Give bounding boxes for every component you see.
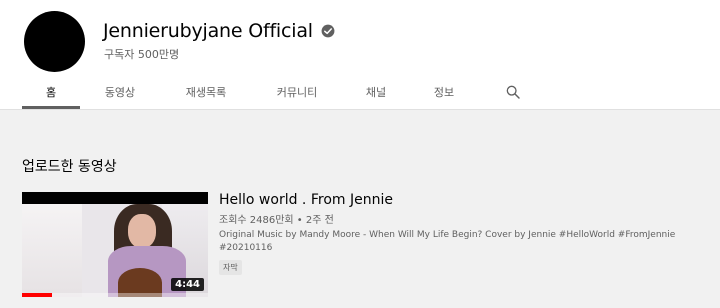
tab-playlists[interactable]: 재생목록 [174,74,238,110]
video-thumbnail[interactable]: 4:44 [22,192,208,297]
tab-channels[interactable]: 채널 [356,74,396,110]
verified-check-icon [321,24,335,38]
tab-home[interactable]: 홈 [22,74,80,110]
video-title[interactable]: Hello world . From Jennie [219,192,393,208]
subtitle-badge: 자막 [219,260,242,275]
video-description: Original Music by Mandy Moore - When Wil… [219,230,676,253]
channel-name-text: Jennierubyjane Official [103,20,313,42]
tab-videos[interactable]: 동영상 [92,74,148,110]
video-duration: 4:44 [171,278,204,291]
section-title: 업로드한 동영상 [22,159,117,175]
thumbnail-letterbox [22,192,208,204]
thumbnail-background [22,204,82,297]
channel-tabs: 홈 동영상 재생목록 커뮤니티 채널 정보 [0,74,720,110]
channel-title: Jennierubyjane Official [103,20,335,42]
channel-avatar[interactable] [24,11,85,72]
subscriber-count: 구독자 500만명 [104,48,180,61]
active-tab-indicator [22,106,80,109]
video-metadata: 조회수 2486만회 • 2주 전 [219,215,334,226]
tab-about[interactable]: 정보 [424,74,464,110]
search-icon[interactable] [505,84,521,100]
thumbnail-figure-face [128,214,156,248]
tab-community[interactable]: 커뮤니티 [264,74,330,110]
watch-progress-bar [22,293,52,297]
